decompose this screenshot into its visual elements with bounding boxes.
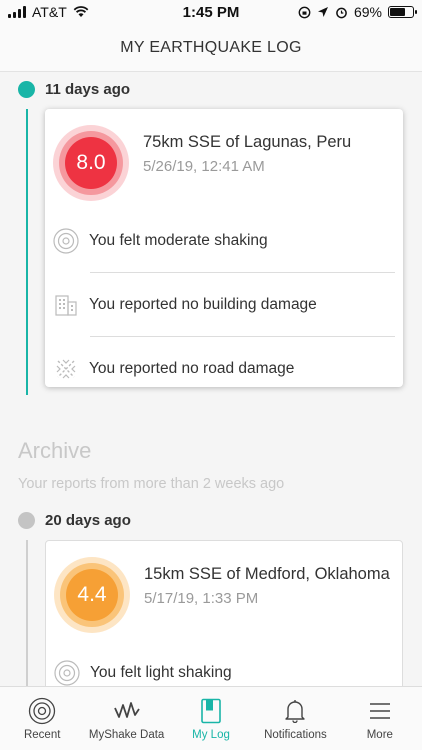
tab-recent[interactable]: Recent bbox=[0, 687, 84, 750]
status-right: 69% bbox=[298, 4, 417, 20]
report-text: You reported no road damage bbox=[89, 359, 295, 377]
carrier-label: AT&T bbox=[32, 4, 67, 20]
orientation-lock-icon bbox=[298, 6, 311, 18]
signal-icon bbox=[8, 6, 26, 18]
status-left: AT&T bbox=[8, 4, 89, 20]
tab-label: Notifications bbox=[264, 729, 327, 741]
wifi-icon bbox=[73, 6, 89, 17]
archive-title: Archive bbox=[18, 438, 92, 463]
archive-subtitle: Your reports from more than 2 weeks ago bbox=[18, 476, 285, 492]
card-header: 8.0 75km SSE of Lagunas, Peru 5/26/19, 1… bbox=[45, 109, 403, 209]
magnitude-value: 8.0 bbox=[76, 151, 106, 174]
report-road: You reported no road damage bbox=[45, 337, 403, 400]
alarm-icon bbox=[336, 7, 347, 18]
magnitude-value: 4.4 bbox=[77, 583, 107, 606]
bell-icon bbox=[281, 697, 309, 725]
building-icon bbox=[53, 292, 79, 318]
earthquake-card[interactable]: 4.4 15km SSE of Medford, Oklahoma 5/17/1… bbox=[45, 540, 403, 686]
shaking-rings-icon bbox=[53, 227, 79, 254]
tab-my-log[interactable]: My Log bbox=[169, 687, 253, 750]
battery-icon bbox=[388, 6, 417, 18]
quake-datetime: 5/26/19, 12:41 AM bbox=[143, 158, 265, 175]
tab-more[interactable]: More bbox=[338, 687, 422, 750]
timeline-line bbox=[26, 540, 28, 686]
day-label-text: 20 days ago bbox=[45, 512, 131, 529]
report-building: You reported no building damage bbox=[45, 273, 403, 336]
timeline-day-label: 20 days ago bbox=[18, 512, 131, 529]
timeline-day-label: 11 days ago bbox=[18, 81, 130, 98]
tab-myshake-data[interactable]: MyShake Data bbox=[84, 687, 168, 750]
timeline-line bbox=[26, 109, 28, 395]
book-icon bbox=[197, 697, 225, 725]
tab-label: More bbox=[366, 729, 393, 741]
quake-datetime: 5/17/19, 1:33 PM bbox=[144, 590, 259, 607]
report-shaking: You felt moderate shaking bbox=[45, 209, 403, 272]
quake-location: 75km SSE of Lagunas, Peru bbox=[143, 133, 352, 151]
card-header: 4.4 15km SSE of Medford, Oklahoma 5/17/1… bbox=[46, 541, 402, 641]
magnitude-badge: 4.4 bbox=[54, 557, 130, 633]
report-shaking: You felt light shaking bbox=[46, 641, 402, 686]
road-icon bbox=[53, 356, 79, 382]
log-scroll-view[interactable]: 11 days ago 8.0 75km SSE of Lagunas, Per… bbox=[0, 72, 422, 686]
timeline-dot bbox=[18, 512, 35, 529]
status-time: 1:45 PM bbox=[182, 3, 240, 21]
battery-percent: 69% bbox=[353, 4, 382, 20]
tab-label: My Log bbox=[192, 729, 230, 741]
quake-info: 75km SSE of Lagunas, Peru 5/26/19, 12:41… bbox=[143, 125, 351, 175]
waveform-icon bbox=[113, 697, 141, 725]
quake-info: 15km SSE of Medford, Oklahoma 5/17/19, 1… bbox=[144, 557, 390, 607]
page-title: MY EARTHQUAKE LOG bbox=[120, 38, 302, 56]
report-text: You felt moderate shaking bbox=[89, 231, 268, 249]
app-header: MY EARTHQUAKE LOG bbox=[0, 24, 422, 72]
report-text: You felt light shaking bbox=[90, 663, 232, 681]
tab-notifications[interactable]: Notifications bbox=[253, 687, 337, 750]
location-arrow-icon bbox=[317, 7, 328, 17]
status-bar: AT&T 1:45 PM 69% bbox=[0, 0, 422, 24]
tab-bar: Recent MyShake Data My Log Notifications bbox=[0, 686, 422, 750]
tab-label: MyShake Data bbox=[88, 729, 165, 741]
shaking-rings-icon bbox=[54, 659, 80, 686]
timeline-dot bbox=[18, 81, 35, 98]
magnitude-badge: 8.0 bbox=[53, 125, 129, 201]
tab-label: Recent bbox=[23, 729, 61, 741]
report-text: You reported no building damage bbox=[89, 295, 317, 313]
earthquake-card[interactable]: 8.0 75km SSE of Lagunas, Peru 5/26/19, 1… bbox=[45, 109, 403, 387]
day-label-text: 11 days ago bbox=[45, 81, 131, 98]
target-icon bbox=[28, 697, 56, 725]
quake-location: 15km SSE of Medford, Oklahoma bbox=[144, 565, 390, 583]
menu-icon bbox=[366, 697, 394, 725]
